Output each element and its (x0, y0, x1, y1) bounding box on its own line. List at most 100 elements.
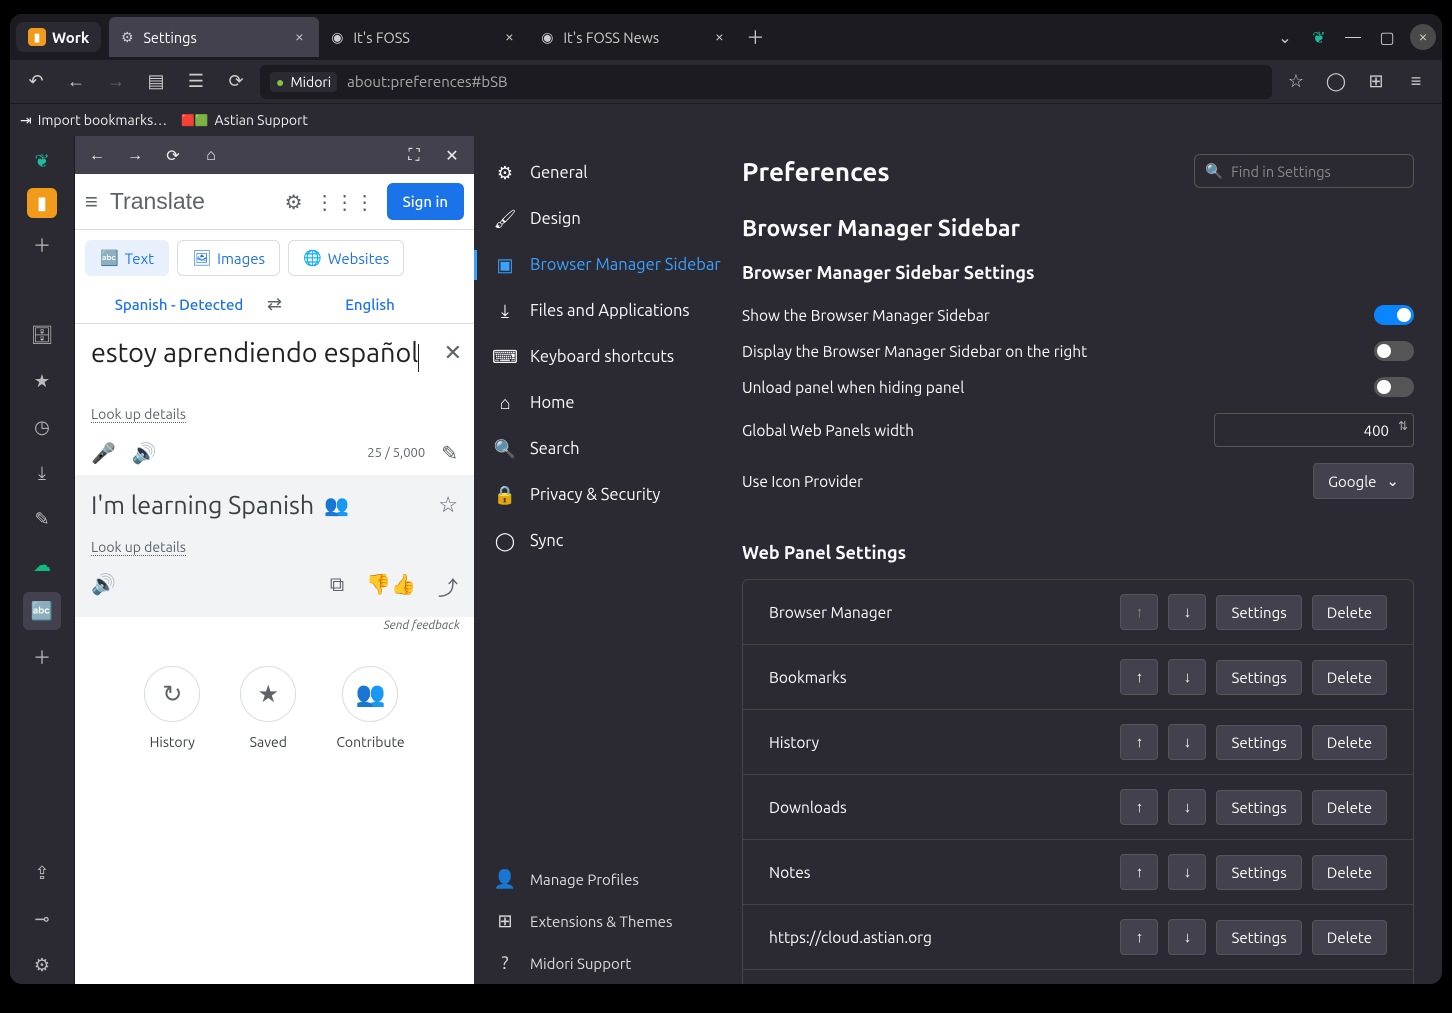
global-width-input[interactable] (1214, 413, 1414, 447)
panel-forward-button[interactable]: → (121, 141, 149, 169)
tab-itsfoss-news[interactable]: ◉ It's FOSS News × (529, 17, 739, 57)
manage-profiles-link[interactable]: 👤Manage Profiles (474, 858, 742, 900)
extensions-link[interactable]: ⊞Extensions & Themes (474, 900, 742, 942)
nav-home[interactable]: ⌂Home (474, 380, 742, 426)
speaker-icon[interactable]: 🔊 (132, 441, 157, 465)
tab-images[interactable]: 🖼Images (177, 240, 280, 276)
import-bookmarks-button[interactable]: ⇥ Import bookmarks… (20, 112, 167, 129)
sidebar-toggle-button[interactable]: ▤ (140, 66, 172, 98)
panel-delete-button[interactable]: Delete (1312, 595, 1387, 630)
settings-gear-icon[interactable]: ⚙ (23, 946, 61, 984)
settings-icon[interactable]: ⚙ (285, 190, 303, 214)
move-down-button[interactable]: ↓ (1168, 854, 1206, 890)
speaker-output-icon[interactable]: 🔊 (91, 572, 116, 601)
close-window-button[interactable]: × (1410, 24, 1436, 50)
lookup-details-link[interactable]: Look up details (91, 406, 186, 423)
edit-icon[interactable]: ✎ (441, 441, 458, 465)
briefcase-icon[interactable]: 🗄 (23, 316, 61, 354)
panel-back-button[interactable]: ← (83, 141, 111, 169)
astian-support-bookmark[interactable]: 🟥🟩 Astian Support (181, 112, 308, 128)
move-down-button[interactable]: ↓ (1168, 789, 1206, 825)
share-icon[interactable]: ⤴ (438, 572, 458, 601)
reload-button[interactable]: ⟳ (220, 66, 252, 98)
key-icon[interactable]: ⊸ (23, 900, 61, 938)
move-up-button[interactable]: ↑ (1120, 659, 1158, 695)
source-language[interactable]: Spanish - Detected (91, 296, 267, 313)
move-down-button[interactable]: ↓ (1168, 594, 1206, 630)
move-down-button[interactable]: ↓ (1168, 659, 1206, 695)
add-panel-button[interactable]: ＋ (23, 226, 61, 264)
panel-home-button[interactable]: ⌂ (197, 141, 225, 169)
workspace-selector[interactable]: ▮ Work (16, 22, 101, 52)
reader-button[interactable]: ☰ (180, 66, 212, 98)
nav-search[interactable]: 🔍Search (474, 426, 742, 472)
save-translation-button[interactable]: ☆ (438, 492, 458, 518)
forward-button[interactable]: → (100, 66, 132, 98)
community-icon[interactable]: 👥 (324, 493, 349, 517)
rate-icon[interactable]: 👎👍 (366, 572, 416, 601)
new-tab-button[interactable]: ＋ (739, 21, 771, 53)
notes-icon[interactable]: ✎ (23, 500, 61, 538)
nav-general[interactable]: ⚙General (474, 150, 742, 196)
nav-browser-manager-sidebar[interactable]: ▣Browser Manager Sidebar (474, 242, 742, 288)
share-icon[interactable]: ⇪ (23, 854, 61, 892)
minimize-button[interactable]: ― (1336, 20, 1370, 54)
panel-settings-button[interactable]: Settings (1216, 725, 1301, 760)
move-up-button[interactable]: ↑ (1120, 724, 1158, 760)
nav-keyboard[interactable]: ⌨Keyboard shortcuts (474, 334, 742, 380)
panel-delete-button[interactable]: Delete (1312, 790, 1387, 825)
back-button[interactable]: ← (60, 66, 92, 98)
microphone-icon[interactable]: 🎤 (91, 441, 116, 465)
move-down-button[interactable]: ↓ (1168, 919, 1206, 955)
menu-icon[interactable]: ≡ (85, 189, 98, 215)
panel-settings-button[interactable]: Settings (1216, 660, 1301, 695)
panel-delete-button[interactable]: Delete (1312, 855, 1387, 890)
display-right-toggle[interactable] (1374, 341, 1414, 361)
move-up-button[interactable]: ↑ (1120, 854, 1158, 890)
panel-settings-button[interactable]: Settings (1216, 920, 1301, 955)
panel-close-button[interactable]: ✕ (438, 141, 466, 169)
send-feedback-link[interactable]: Send feedback (75, 617, 474, 632)
panel-delete-button[interactable]: Delete (1312, 660, 1387, 695)
panel-settings-button[interactable]: Settings (1216, 855, 1301, 890)
clear-input-button[interactable]: ✕ (444, 340, 462, 366)
signin-button[interactable]: Sign in (387, 183, 464, 220)
icon-provider-dropdown[interactable]: Google ⌄ (1313, 463, 1414, 499)
target-language[interactable]: English (282, 296, 458, 313)
tab-text[interactable]: 🔤Text (85, 240, 169, 276)
saved-shortcut[interactable]: ★ Saved (240, 666, 296, 750)
extensions-button[interactable]: ⊞ (1360, 66, 1392, 98)
close-icon[interactable]: × (289, 27, 309, 47)
panel-expand-button[interactable]: ⛶ (400, 141, 428, 169)
show-bms-toggle[interactable] (1374, 305, 1414, 325)
bookmarks-icon[interactable]: ★ (23, 362, 61, 400)
extension-icon[interactable]: ❦ (1302, 20, 1336, 54)
undo-close-tab-button[interactable]: ↶ (20, 66, 52, 98)
find-in-settings-input[interactable]: 🔍 Find in Settings (1194, 154, 1414, 188)
maximize-button[interactable]: ▢ (1370, 20, 1404, 54)
tab-websites[interactable]: 🌐Websites (288, 240, 404, 276)
apps-icon[interactable]: ⋮⋮⋮ (315, 190, 375, 214)
move-up-button[interactable]: ↑ (1120, 789, 1158, 825)
contribute-shortcut[interactable]: 👥 Contribute (336, 666, 404, 750)
history-icon[interactable]: ◷ (23, 408, 61, 446)
tab-overflow-button[interactable]: ⌄ (1268, 20, 1302, 54)
source-text-input[interactable]: estoy aprendiendo español (91, 338, 418, 368)
support-link[interactable]: ?Midori Support (474, 942, 742, 984)
cloud-icon[interactable]: ☁ (23, 546, 61, 584)
panel-settings-button[interactable]: Settings (1216, 595, 1301, 630)
panel-settings-button[interactable]: Settings (1216, 790, 1301, 825)
workspace-pill-icon[interactable]: ▮ (27, 188, 57, 218)
tab-settings[interactable]: ⚙ Settings × (109, 17, 319, 57)
move-down-button[interactable]: ↓ (1168, 724, 1206, 760)
url-bar[interactable]: ●Midori about:preferences#bSB (260, 65, 1272, 99)
account-button[interactable]: ◯ (1320, 66, 1352, 98)
nav-privacy[interactable]: 🔒Privacy & Security (474, 472, 742, 518)
nav-design[interactable]: 🖌Design (474, 196, 742, 242)
move-up-button[interactable]: ↑ (1120, 919, 1158, 955)
add-web-panel-button[interactable]: ＋ (23, 638, 61, 676)
panel-reload-button[interactable]: ⟳ (159, 141, 187, 169)
nav-sync[interactable]: ◯Sync (474, 518, 742, 564)
bookmark-star-button[interactable]: ☆ (1280, 66, 1312, 98)
unload-toggle[interactable] (1374, 377, 1414, 397)
